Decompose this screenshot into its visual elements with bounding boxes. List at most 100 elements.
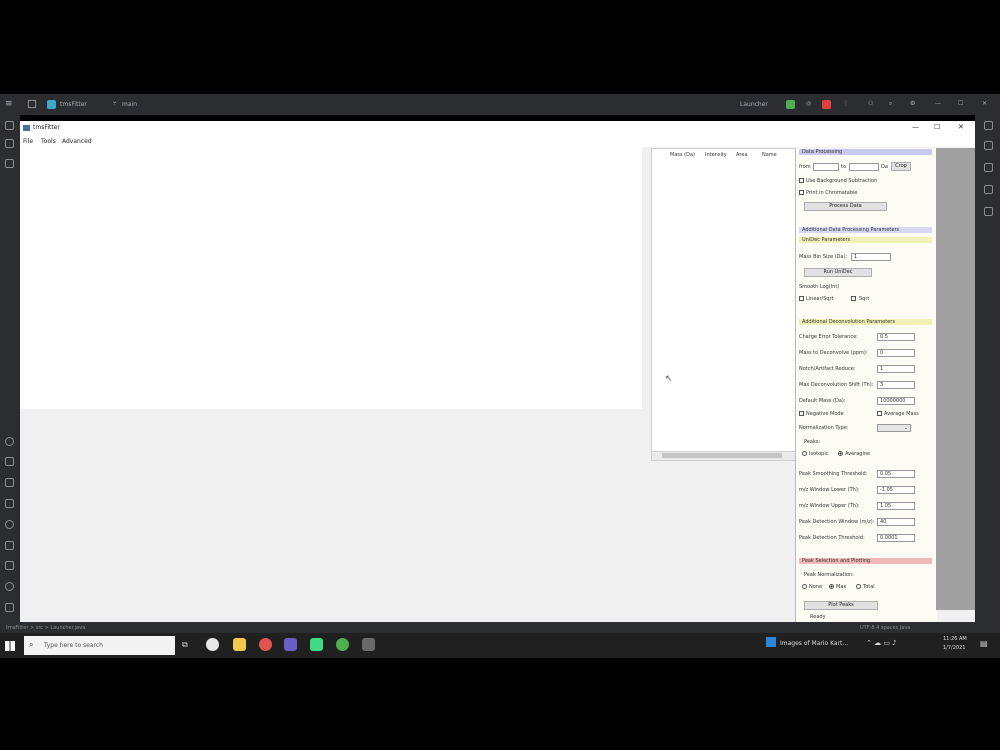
crop-button[interactable]: Crop xyxy=(891,162,911,171)
notifications-icon[interactable] xyxy=(5,582,14,591)
deconvolution-parameters-header[interactable]: Additional Deconvolution Parameters xyxy=(799,319,932,325)
menu-file[interactable]: File xyxy=(23,138,33,145)
ai-assistant-icon[interactable] xyxy=(984,207,993,216)
minimize-icon[interactable]: — xyxy=(935,100,941,107)
maximize-icon[interactable]: ☐ xyxy=(958,100,963,107)
background-subtraction-checkbox[interactable] xyxy=(799,178,804,183)
negative-mode-checkbox[interactable] xyxy=(799,411,804,416)
todo-icon[interactable] xyxy=(5,541,14,550)
scrollbar-thumb[interactable] xyxy=(662,453,782,458)
deconv-field-input[interactable]: 3 xyxy=(877,381,915,389)
chromatable-checkbox[interactable] xyxy=(799,190,804,195)
version-control-icon[interactable] xyxy=(5,603,14,612)
user-icon[interactable]: ⚇ xyxy=(868,100,873,107)
intellij-icon[interactable] xyxy=(310,638,323,651)
deconv-field-input[interactable]: 0.5 xyxy=(877,333,915,341)
search-icon[interactable]: ⌕ xyxy=(889,100,892,108)
column-header-mass[interactable]: Mass (Da) xyxy=(670,152,695,158)
range-start-input[interactable] xyxy=(813,163,839,171)
gradle-icon[interactable] xyxy=(984,163,993,172)
norm-total-radio[interactable] xyxy=(856,584,861,589)
project-name[interactable]: tmsFitter xyxy=(60,101,87,108)
unidec-parameters-header[interactable]: UniDec Parameters xyxy=(799,237,932,243)
plot-area[interactable] xyxy=(20,147,642,409)
stop-icon[interactable] xyxy=(822,100,831,109)
deconv-field-input[interactable]: 10000000 xyxy=(877,397,915,405)
data-processing-header[interactable]: Data Processing xyxy=(799,149,932,155)
column-header-name[interactable]: Name xyxy=(762,152,777,158)
run-icon[interactable] xyxy=(786,100,795,109)
additional-processing-header[interactable]: Additional Data Processing Parameters xyxy=(799,227,932,233)
deconv-field-input[interactable]: 40 xyxy=(877,518,915,526)
close-icon[interactable]: ✕ xyxy=(982,100,987,107)
status-file-info[interactable]: UTF-8 4 spaces Java xyxy=(860,625,910,631)
deconv-field-input[interactable]: -1.05 xyxy=(877,486,915,494)
commit-icon[interactable] xyxy=(5,139,14,148)
folder-icon[interactable] xyxy=(5,121,14,130)
panel-scroll-gutter[interactable] xyxy=(936,148,975,610)
notification-text[interactable]: Images of Mario Kart... xyxy=(780,640,848,647)
deconv-field-input[interactable]: 1.05 xyxy=(877,502,915,510)
task-view-icon[interactable]: ⧉ xyxy=(182,640,188,650)
visual-studio-icon[interactable] xyxy=(284,638,297,651)
column-header-intensity[interactable]: Intensity xyxy=(705,152,727,158)
java-app-icon[interactable] xyxy=(362,638,375,651)
sqrt-checkbox[interactable] xyxy=(851,296,856,301)
windows-icon[interactable] xyxy=(28,100,36,108)
peak-selection-header[interactable]: Peak Selection and Plotting xyxy=(799,558,932,564)
norm-max-radio[interactable] xyxy=(829,584,834,589)
system-tray-icons[interactable]: ⌃ ☁ ▭ ♪ xyxy=(866,639,897,647)
column-header-area[interactable]: Area xyxy=(736,152,748,158)
action-center-icon[interactable]: ▤ xyxy=(980,639,988,648)
security-icon[interactable] xyxy=(336,638,349,651)
peak-list[interactable]: Mass (Da) Intensity Area Name ↖ xyxy=(651,148,797,461)
problems-icon[interactable] xyxy=(5,499,14,508)
structure-icon[interactable] xyxy=(5,159,14,168)
deconv-field-input[interactable]: 0.05 xyxy=(877,470,915,478)
run-unidec-button[interactable]: Run UniDec xyxy=(804,268,872,277)
start-windows-icon[interactable] xyxy=(5,641,15,651)
notifications-side-icon[interactable] xyxy=(984,121,993,130)
average-mass-checkbox[interactable] xyxy=(877,411,882,416)
news-icon[interactable] xyxy=(766,637,776,647)
linear-sqrt-checkbox[interactable] xyxy=(799,296,804,301)
clock-date[interactable]: 1/7/2021 xyxy=(943,645,965,651)
app-maximize-button[interactable]: ☐ xyxy=(934,123,940,131)
app-minimize-button[interactable]: — xyxy=(912,123,919,131)
taskbar-search-box[interactable]: ⌕ Type here to search xyxy=(24,636,175,655)
database-icon[interactable] xyxy=(984,141,993,150)
status-breadcrumb[interactable]: tmsFitter > src > Launcher.java xyxy=(6,625,85,631)
deconv-field-input[interactable]: 0.0001 xyxy=(877,534,915,542)
deconv-field-label: Notch/Artifact Reduce: xyxy=(799,366,856,372)
process-data-button[interactable]: Process Data xyxy=(804,202,887,211)
services-icon[interactable] xyxy=(5,478,14,487)
settings-icon[interactable]: ⚙ xyxy=(910,100,915,107)
clock-time[interactable]: 11:26 AM xyxy=(943,636,967,642)
git-icon[interactable] xyxy=(5,561,14,570)
app-close-button[interactable]: ✕ xyxy=(958,123,964,131)
file-explorer-icon[interactable] xyxy=(233,638,246,651)
debug-tool-icon[interactable] xyxy=(5,457,14,466)
plot-peaks-button[interactable]: Plot Peaks xyxy=(804,601,878,610)
branch-name[interactable]: main xyxy=(122,101,137,108)
maven-icon[interactable] xyxy=(984,185,993,194)
hamburger-menu-icon[interactable]: ≡ xyxy=(5,99,13,109)
averagine-radio[interactable] xyxy=(838,451,843,456)
browser-icon[interactable] xyxy=(259,638,272,651)
run-tool-icon[interactable] xyxy=(5,437,14,446)
deconv-field-input[interactable]: 0 xyxy=(877,349,915,357)
menu-advanced[interactable]: Advanced xyxy=(62,138,92,145)
norm-none-radio[interactable] xyxy=(802,584,807,589)
menu-tools[interactable]: Tools xyxy=(41,138,56,145)
normalization-type-select[interactable]: ⌄ xyxy=(877,424,911,432)
isotopic-radio[interactable] xyxy=(802,451,807,456)
horizontal-scrollbar[interactable] xyxy=(652,451,796,460)
range-end-input[interactable] xyxy=(849,163,879,171)
debug-icon[interactable]: ◎ xyxy=(806,100,811,107)
mass-bin-input[interactable]: 1 xyxy=(851,253,891,261)
deconv-field-input[interactable]: 1 xyxy=(877,365,915,373)
run-config[interactable]: Launcher xyxy=(740,101,768,108)
terminal-icon[interactable] xyxy=(5,520,14,529)
more-icon[interactable]: ⋮ xyxy=(843,100,849,107)
chrome-icon[interactable] xyxy=(206,638,219,651)
